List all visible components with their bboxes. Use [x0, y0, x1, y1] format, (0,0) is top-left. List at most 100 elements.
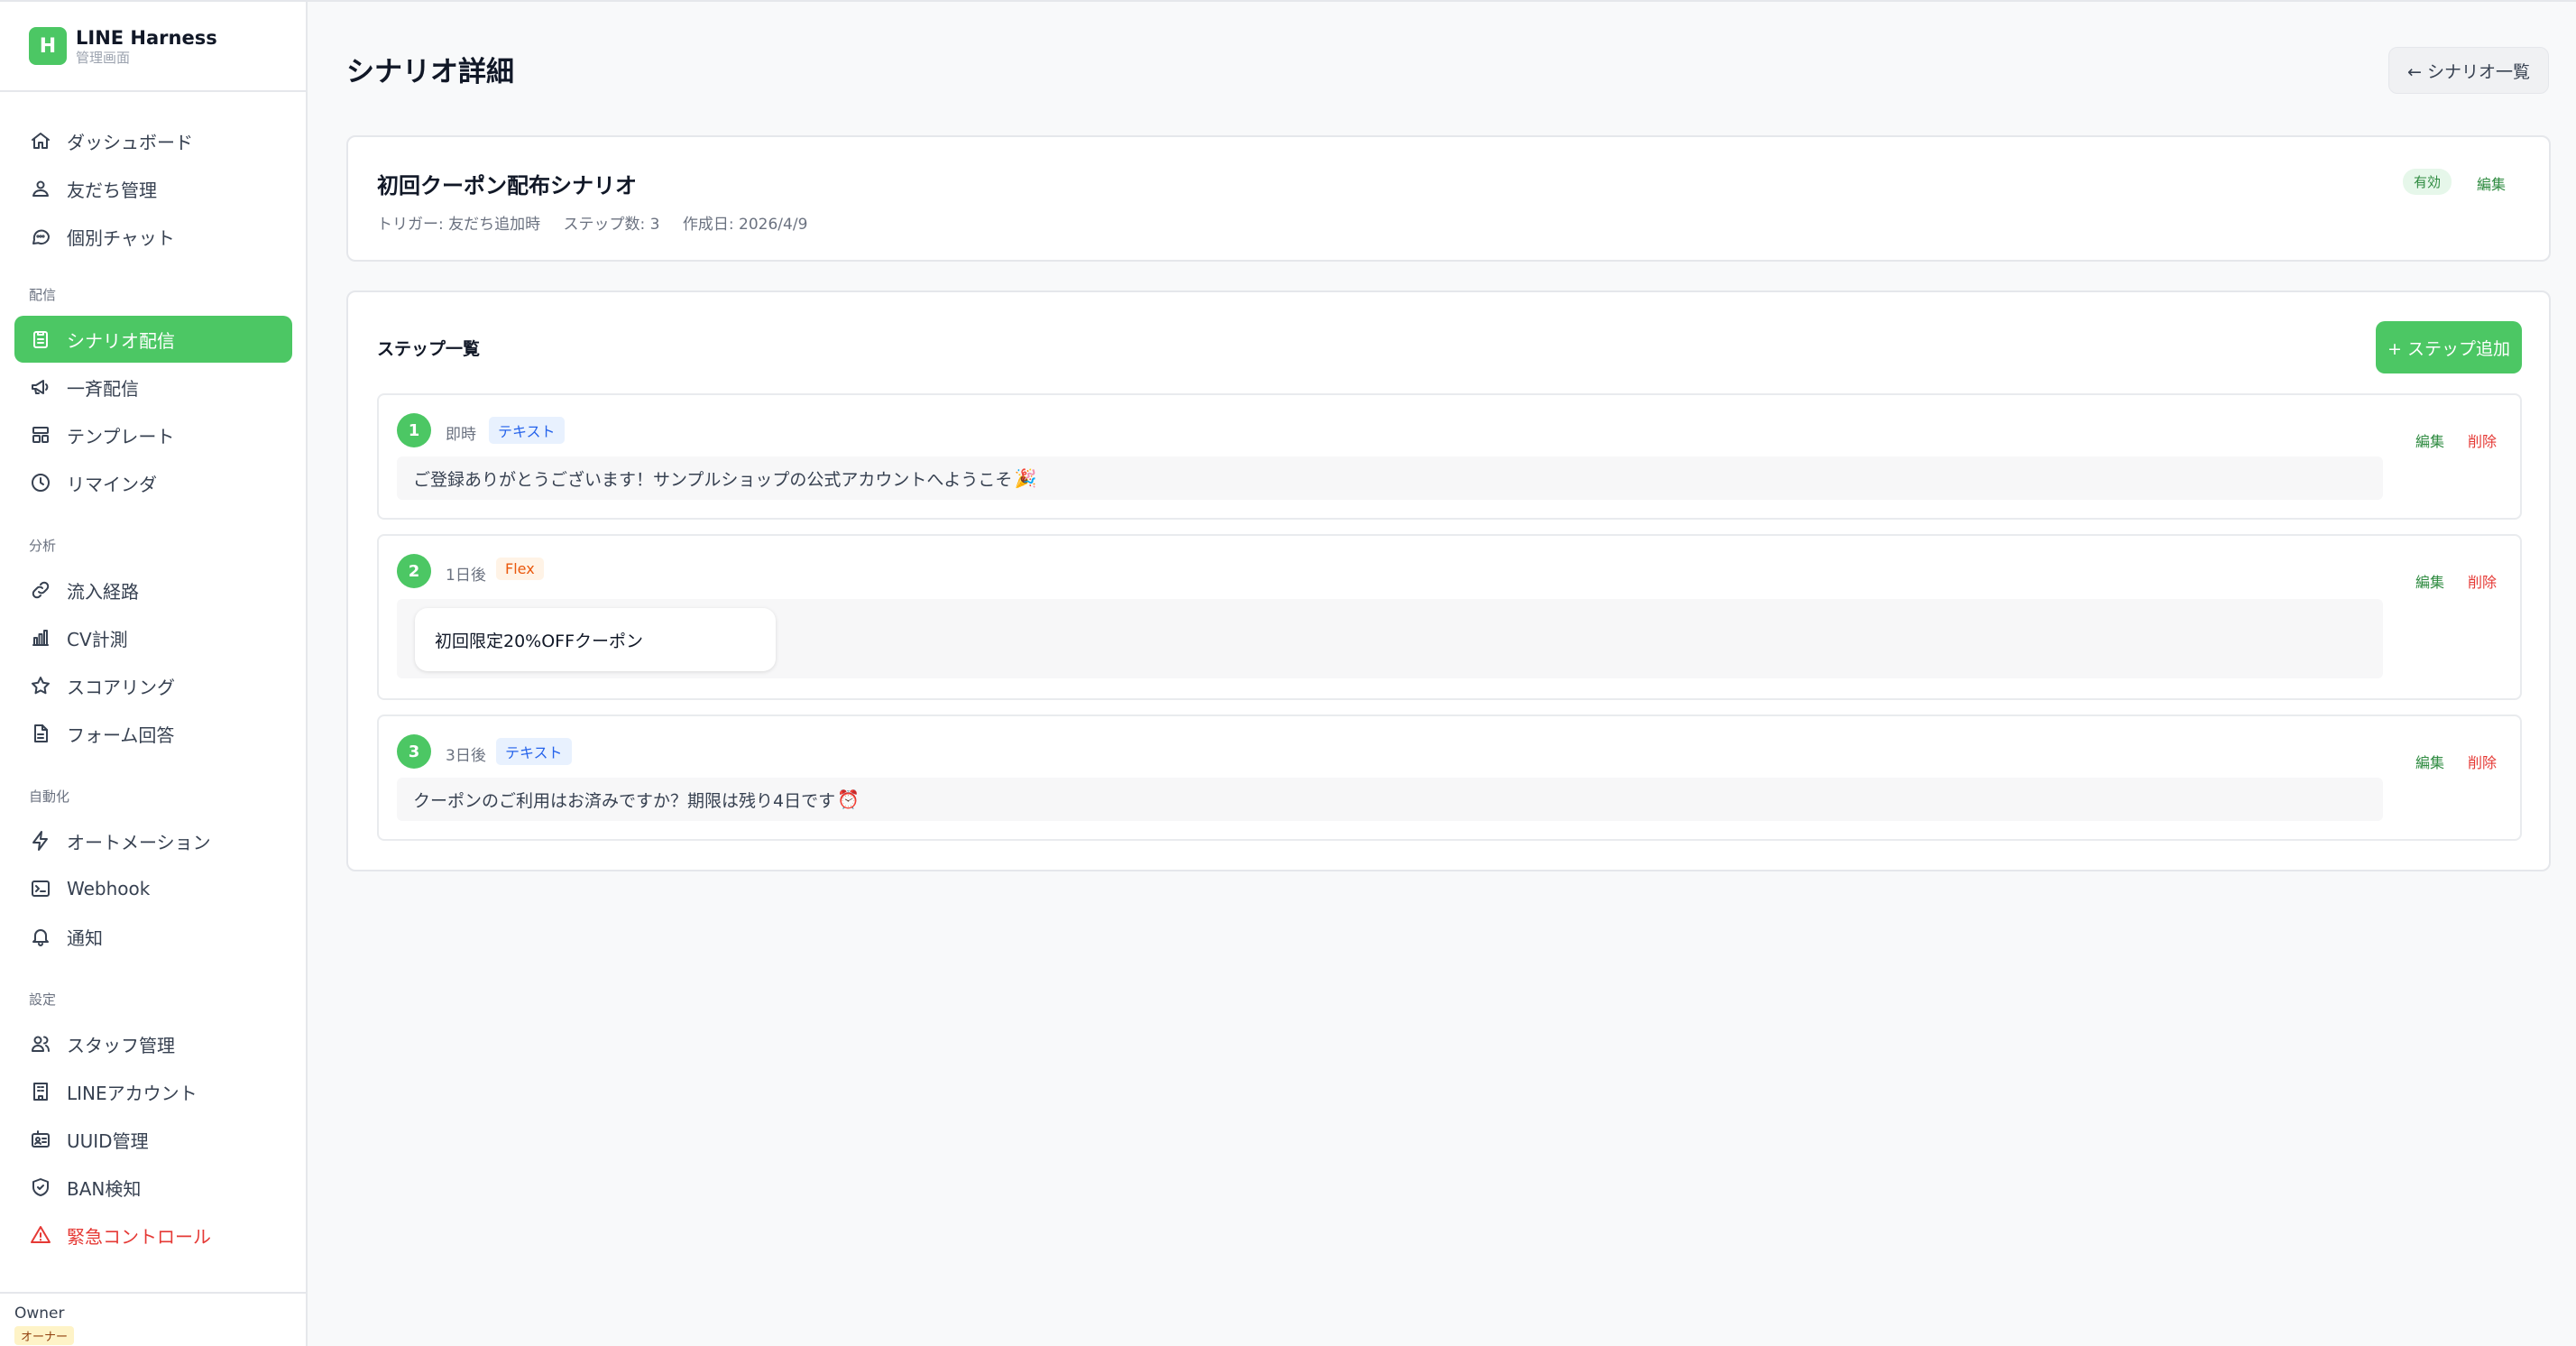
sidebar-item-label: スタッフ管理 [67, 1034, 175, 1056]
scenario-meta: トリガー: 友だち追加時 ステップ数: 3 作成日: 2026/4/9 [377, 211, 825, 234]
sidebar-item-label: フォーム回答 [67, 724, 175, 746]
scenario-summary-card: 初回クーポン配布シナリオ トリガー: 友だち追加時 ステップ数: 3 作成日: … [346, 135, 2551, 262]
page-title: シナリオ詳細 [346, 56, 514, 88]
sidebar-item-label: 通知 [67, 927, 103, 949]
sidebar-item-label: 個別チャット [67, 226, 175, 249]
clipboard-icon [29, 327, 52, 351]
sidebar-item-emergency[interactable]: 緊急コントロール [14, 1212, 292, 1258]
step-flex-preview: 初回限定20%OFFクーポン [397, 599, 2383, 678]
step-type-badge: テキスト [496, 738, 572, 765]
sidebar-item-scenario[interactable]: シナリオ配信 [14, 316, 292, 363]
step-edit-button[interactable]: 編集 [2415, 751, 2444, 772]
steps-title: ステップ一覧 [377, 339, 481, 359]
sidebar-item-template[interactable]: テンプレート [14, 411, 292, 458]
sidebar-item-ban[interactable]: BAN検知 [14, 1164, 292, 1211]
bell-icon [29, 925, 52, 948]
steps-card: ステップ一覧 + ステップ追加 1 即時 テキスト ご登録ありがとうございます！… [346, 290, 2551, 871]
sidebar-item-forms[interactable]: フォーム回答 [14, 710, 292, 757]
step-delete-button[interactable]: 削除 [2468, 429, 2497, 451]
sidebar-item-label: リマインダ [67, 473, 157, 495]
sidebar-item-label: オートメーション [67, 831, 211, 853]
bar-chart-icon [29, 626, 52, 650]
nav-section-delivery: 配信 [29, 287, 57, 303]
warning-icon [29, 1223, 52, 1247]
step-message-preview: ご登録ありがとうございます！サンプルショップの公式アカウントへようこそ 🎉 [397, 456, 2383, 500]
status-badge: 有効 [2403, 169, 2452, 195]
sidebar-item-label: BAN検知 [67, 1177, 142, 1200]
step-edit-button[interactable]: 編集 [2415, 429, 2444, 451]
sidebar-item-dashboard[interactable]: ダッシュボード [14, 117, 292, 164]
terminal-icon [29, 877, 52, 900]
sidebar-item-inflow[interactable]: 流入経路 [14, 567, 292, 613]
step-delete-button[interactable]: 削除 [2468, 751, 2497, 772]
sidebar-item-uuid[interactable]: UUID管理 [14, 1116, 292, 1163]
users-icon [29, 177, 52, 200]
sidebar-item-chat[interactable]: 個別チャット [14, 213, 292, 260]
staff-icon [29, 1032, 52, 1056]
sidebar-item-line-account[interactable]: LINEアカウント [14, 1068, 292, 1115]
brand[interactable]: H LINE Harness 管理画面 [0, 2, 306, 92]
step-delete-button[interactable]: 削除 [2468, 570, 2497, 592]
nav-section-analytics: 分析 [29, 538, 57, 554]
sidebar-item-reminder[interactable]: リマインダ [14, 459, 292, 506]
step-number: 1 [397, 413, 431, 447]
step-type-badge: Flex [496, 558, 544, 580]
sidebar-item-notification[interactable]: 通知 [14, 913, 292, 960]
sidebar-item-cv[interactable]: CV計測 [14, 614, 292, 661]
step-message-preview: クーポンのご利用はお済みですか？期限は残り4日です ⏰ [397, 778, 2383, 821]
scenario-title: 初回クーポン配布シナリオ [377, 173, 637, 198]
sidebar: H LINE Harness 管理画面 ダッシュボード 友だち管理 個別チャット… [0, 2, 308, 1346]
megaphone-icon [29, 375, 52, 399]
sidebar-item-scoring[interactable]: スコアリング [14, 662, 292, 709]
bolt-icon [29, 829, 52, 853]
sidebar-item-label: CV計測 [67, 628, 128, 650]
edit-scenario-button[interactable]: 編集 [2477, 172, 2506, 194]
brand-subtitle: 管理画面 [76, 50, 131, 66]
scenario-created-date: 作成日: 2026/4/9 [682, 216, 808, 234]
brand-logo: H [29, 27, 67, 65]
sidebar-item-label: UUID管理 [67, 1129, 149, 1152]
sidebar-item-label: シナリオ配信 [67, 329, 175, 352]
clock-icon [29, 471, 52, 494]
step-message-text: クーポンのご利用はお済みですか？期限は残り4日です [413, 790, 836, 811]
alarm-clock-icon: ⏰ [837, 788, 860, 810]
step-item: 1 即時 テキスト ご登録ありがとうございます！サンプルショップの公式アカウント… [377, 393, 2522, 520]
sidebar-item-broadcast[interactable]: 一斉配信 [14, 364, 292, 410]
flex-message-bubble: 初回限定20%OFFクーポン [415, 608, 776, 671]
sidebar-item-label: 緊急コントロール [67, 1225, 211, 1248]
sidebar-item-label: LINEアカウント [67, 1082, 198, 1104]
sidebar-item-webhook[interactable]: Webhook [14, 865, 292, 912]
building-icon [29, 1080, 52, 1103]
step-item: 2 1日後 Flex 初回限定20%OFFクーポン 編集 削除 [377, 534, 2522, 700]
sidebar-item-label: ダッシュボード [67, 131, 193, 153]
nav-section-settings: 設定 [29, 991, 57, 1008]
sidebar-item-label: 流入経路 [67, 580, 139, 603]
step-message-text: ご登録ありがとうございます！サンプルショップの公式アカウントへようこそ [413, 469, 1013, 490]
step-number: 2 [397, 554, 431, 588]
sidebar-item-automation[interactable]: オートメーション [14, 817, 292, 864]
chat-icon [29, 225, 52, 248]
step-delay: 即時 [446, 426, 476, 444]
step-edit-button[interactable]: 編集 [2415, 570, 2444, 592]
document-icon [29, 722, 52, 745]
sidebar-item-label: テンプレート [67, 425, 175, 447]
sidebar-item-label: 友だち管理 [67, 179, 157, 201]
back-to-list-button[interactable]: ← シナリオ一覧 [2388, 47, 2549, 94]
sidebar-item-label: スコアリング [67, 676, 175, 698]
step-number: 3 [397, 734, 431, 769]
home-icon [29, 129, 52, 152]
step-type-badge: テキスト [489, 417, 565, 444]
scenario-trigger: トリガー: 友だち追加時 [377, 216, 541, 234]
step-delay: 3日後 [446, 747, 486, 765]
sidebar-item-friends[interactable]: 友だち管理 [14, 165, 292, 212]
add-step-button[interactable]: + ステップ追加 [2376, 321, 2522, 373]
sidebar-item-staff[interactable]: スタッフ管理 [14, 1020, 292, 1067]
step-delay: 1日後 [446, 567, 486, 585]
star-icon [29, 674, 52, 697]
shield-icon [29, 1175, 52, 1199]
step-item: 3 3日後 テキスト クーポンのご利用はお済みですか？期限は残り4日です ⏰ 編集… [377, 714, 2522, 841]
user-name: Owner [14, 1305, 65, 1323]
party-icon: 🎉 [1014, 467, 1037, 489]
user-profile[interactable]: Owner オーナー [0, 1292, 306, 1346]
sidebar-item-label: 一斉配信 [67, 377, 139, 400]
